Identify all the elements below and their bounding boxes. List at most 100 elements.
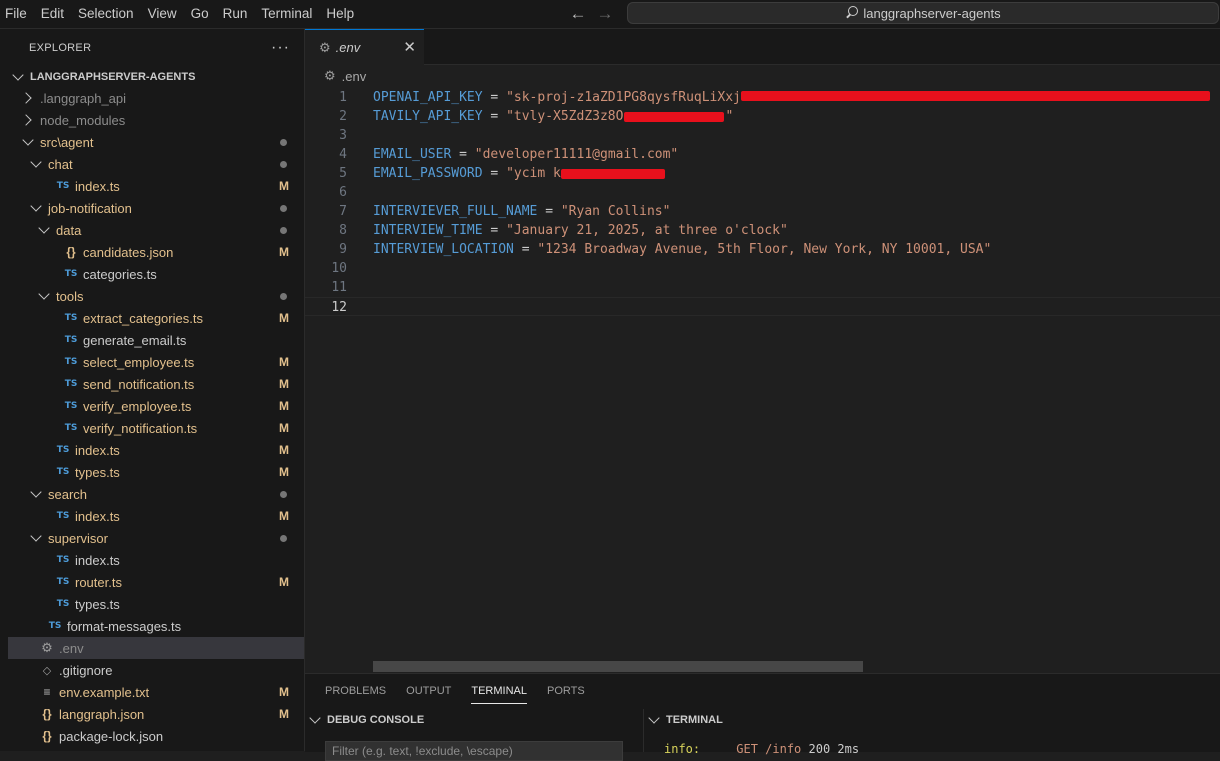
assign-operator: = [482, 109, 507, 124]
tree-file-verify-notification-ts[interactable]: TS verify_notification.ts M [8, 417, 304, 439]
chevron-down-icon [38, 222, 50, 234]
tree-file-types-ts[interactable]: TS types.ts M [8, 461, 304, 483]
menu-run[interactable]: Run [216, 0, 255, 28]
tree-folder-search[interactable]: search [8, 483, 304, 505]
code-line[interactable]: 1 OPENAI_API_KEY = "sk-proj-z1aZD1PG8qysf… [305, 88, 1220, 107]
code-line[interactable]: 11 [305, 278, 1220, 297]
tree-file-langgraph-json[interactable]: {} langgraph.json M [8, 703, 304, 725]
tree-item-label: node_modules [40, 112, 126, 128]
terminal-header[interactable]: TERMINAL [644, 709, 1220, 731]
code-line[interactable]: 10 [305, 259, 1220, 278]
panel-tab-output[interactable]: OUTPUT [406, 674, 451, 709]
menu-terminal[interactable]: Terminal [254, 0, 319, 28]
code-line[interactable]: 7 INTERVIEVER_FULL_NAME = "Ryan Collins" [305, 202, 1220, 221]
menu-go[interactable]: Go [184, 0, 216, 28]
code-line[interactable]: 5 EMAIL_PASSWORD = "ycim k [305, 164, 1220, 183]
tab-bar: ⚙ .env ✕ [305, 29, 1220, 65]
tree-file-env-example-txt[interactable]: ≡ env.example.txt M [8, 681, 304, 703]
menu-edit[interactable]: Edit [34, 0, 71, 28]
tree-file-router-ts[interactable]: TS router.ts M [8, 571, 304, 593]
tree-file-select-employee-ts[interactable]: TS select_employee.ts M [8, 351, 304, 373]
tree-folder-node-modules[interactable]: node_modules [8, 109, 304, 131]
tree-folder-langgraph-api[interactable]: .langgraph_api [8, 87, 304, 109]
tree-folder-supervisor[interactable]: supervisor [8, 527, 304, 549]
close-icon[interactable]: ✕ [403, 38, 416, 56]
git-modified-badge: M [279, 355, 289, 369]
more-actions-icon[interactable]: ··· [271, 39, 290, 57]
tree-item-label: types.ts [75, 596, 120, 612]
tree-folder-data[interactable]: data [8, 219, 304, 241]
typescript-file-icon: TS [48, 621, 62, 631]
assign-operator: = [513, 242, 538, 257]
modified-dot-icon [280, 205, 287, 212]
panel-tab-problems[interactable]: PROBLEMS [325, 674, 386, 709]
tree-folder-chat[interactable]: chat [8, 153, 304, 175]
menu-view[interactable]: View [141, 0, 184, 28]
tree-file-env[interactable]: ⚙ .env [8, 637, 304, 659]
terminal-pane[interactable]: TERMINAL info: GET /info 200 2ms [644, 709, 1220, 756]
back-arrow-icon[interactable]: ← [567, 3, 589, 25]
tree-item-label: .gitignore [59, 662, 113, 678]
chevron-down-icon [22, 134, 34, 146]
tree-file-send-notification-ts[interactable]: TS send_notification.ts M [8, 373, 304, 395]
closing-quote: " [725, 109, 734, 124]
debug-console-header[interactable]: DEBUG CONSOLE [305, 709, 643, 731]
env-value: "developer11111@gmail.com" [474, 147, 679, 162]
line-number: 4 [339, 147, 347, 162]
gear-icon: ⚙ [319, 39, 331, 55]
code-line[interactable]: 2 TAVILY_API_KEY = "tvly-X5ZdZ3z8O " [305, 107, 1220, 126]
tree-file-index-ts[interactable]: TS index.ts [8, 549, 304, 571]
terminal-status: 200 2ms [808, 742, 860, 756]
tree-folder-src-agent[interactable]: src\agent [8, 131, 304, 153]
menu-file[interactable]: File [0, 0, 34, 28]
code-line[interactable]: 8 INTERVIEW_TIME = "January 21, 2025, at … [305, 221, 1220, 240]
code-text: INTERVIEW_TIME = "January 21, 2025, at t… [373, 221, 788, 240]
code-line[interactable]: 6 [305, 183, 1220, 202]
code-line[interactable]: 3 [305, 126, 1220, 145]
breadcrumb[interactable]: ⚙ .env [305, 65, 1220, 87]
tree-file-generate-email-ts[interactable]: TS generate_email.ts [8, 329, 304, 351]
tab-env[interactable]: ⚙ .env ✕ [305, 29, 424, 65]
modified-dot-icon [280, 293, 287, 300]
panel-tab-terminal[interactable]: TERMINAL [471, 674, 527, 709]
code-line[interactable]: 12 [305, 297, 1220, 316]
tree-file-extract-categories-ts[interactable]: TS extract_categories.ts M [8, 307, 304, 329]
line-number: 1 [339, 90, 347, 105]
forward-arrow-icon[interactable]: → [594, 3, 616, 25]
assign-operator: = [482, 223, 507, 238]
explorer-sidebar: EXPLORER ··· LANGGRAPHSERVER-AGENTS .lan… [8, 29, 305, 751]
typescript-file-icon: TS [64, 423, 78, 433]
code-line[interactable]: 4 EMAIL_USER = "developer11111@gmail.com" [305, 145, 1220, 164]
tree-item-label: env.example.txt [59, 684, 150, 700]
menu-selection[interactable]: Selection [71, 0, 141, 28]
tree-item-label: verify_employee.ts [83, 398, 192, 414]
tree-file-gitignore[interactable]: ◇ .gitignore [8, 659, 304, 681]
env-key: INTERVIEVER_FULL_NAME [373, 204, 538, 219]
tree-file-verify-employee-ts[interactable]: TS verify_employee.ts M [8, 395, 304, 417]
tree-file-index-ts[interactable]: TS index.ts M [8, 439, 304, 461]
tree-file-index-ts[interactable]: TS index.ts M [8, 505, 304, 527]
tree-file-format-messages-ts[interactable]: TS format-messages.ts [8, 615, 304, 637]
panel-tab-ports[interactable]: PORTS [547, 674, 585, 709]
env-key: EMAIL_PASSWORD [373, 166, 483, 181]
tree-file-index-ts[interactable]: TS index.ts M [8, 175, 304, 197]
workspace-root[interactable]: LANGGRAPHSERVER-AGENTS [8, 67, 304, 87]
menu-help[interactable]: Help [319, 0, 361, 28]
tree-folder-tools[interactable]: tools [8, 285, 304, 307]
code-editor[interactable]: 1 OPENAI_API_KEY = "sk-proj-z1aZD1PG8qysf… [305, 88, 1220, 316]
tree-file-types-ts[interactable]: TS types.ts [8, 593, 304, 615]
tree-file-candidates-json[interactable]: {} candidates.json M [8, 241, 304, 263]
line-number: 9 [339, 242, 347, 257]
tree-folder-job-notification[interactable]: job-notification [8, 197, 304, 219]
explorer-header: EXPLORER ··· [8, 29, 304, 67]
code-line[interactable]: 9 INTERVIEW_LOCATION = "1234 Broadway Ave… [305, 240, 1220, 259]
tree-item-label: categories.ts [83, 266, 157, 282]
tree-file-package-lock-json[interactable]: {} package-lock.json [8, 725, 304, 747]
horizontal-scrollbar[interactable] [373, 661, 863, 672]
terminal-output-line: info: GET /info 200 2ms [664, 742, 859, 756]
command-center-search[interactable]: langgraphserver-agents [627, 2, 1219, 24]
debug-filter-input[interactable]: Filter (e.g. text, !exclude, \escape) [325, 741, 623, 761]
debug-console-pane: DEBUG CONSOLE Filter (e.g. text, !exclud… [305, 709, 644, 761]
modified-dot-icon [280, 139, 287, 146]
tree-file-categories-ts[interactable]: TS categories.ts [8, 263, 304, 285]
